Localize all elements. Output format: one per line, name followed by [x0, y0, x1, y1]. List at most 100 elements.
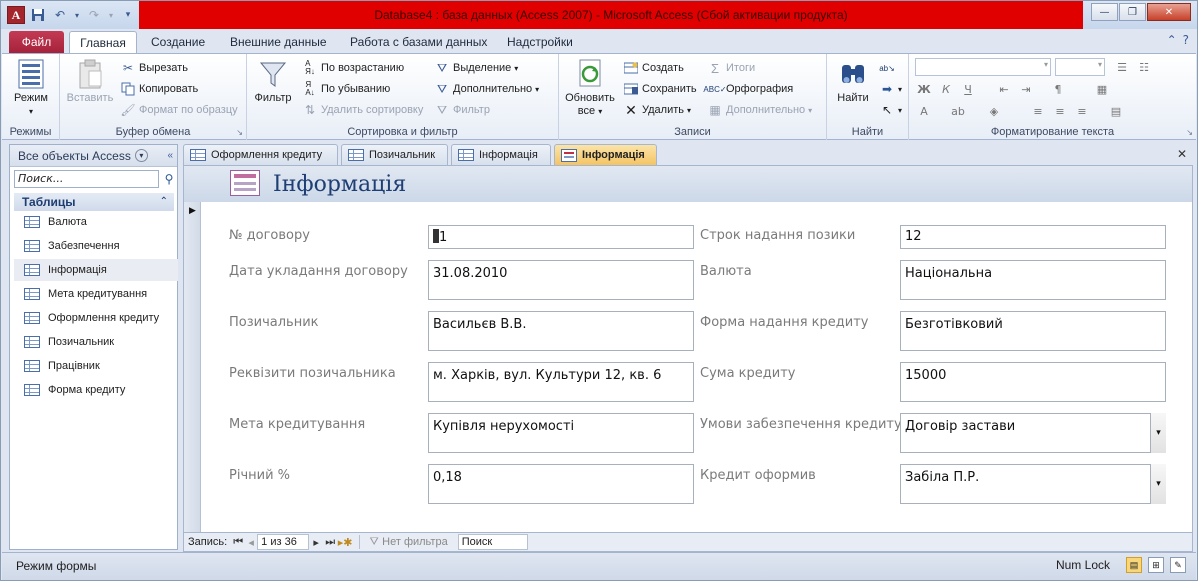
doc-tab-oformlennia-kredytu[interactable]: Оформлення кредиту: [183, 144, 338, 165]
font-size-box[interactable]: ▾: [1055, 58, 1105, 76]
align-left-icon[interactable]: ≡: [1029, 103, 1047, 119]
collateral-combobox[interactable]: Договір застави ▾: [900, 413, 1166, 453]
copy-button[interactable]: Копировать: [120, 79, 198, 99]
highlight-icon[interactable]: ab: [949, 103, 967, 119]
record-selector[interactable]: ▶: [184, 202, 201, 532]
form-view-icon[interactable]: ▤: [1126, 557, 1142, 573]
delete-record-button[interactable]: ✕ Удалить ▾: [623, 100, 691, 120]
goto-button[interactable]: ➡ ▾: [879, 79, 902, 99]
doc-tab-pozychalnyk[interactable]: Позичальник: [341, 144, 448, 165]
undo-dropdown-icon[interactable]: ▾: [73, 6, 81, 24]
record-search-input[interactable]: Поиск: [457, 534, 528, 550]
alternate-row-color-icon[interactable]: ▤: [1107, 103, 1125, 119]
fill-color-icon[interactable]: ◈: [985, 103, 1003, 119]
nav-search-input[interactable]: Поиск...: [14, 170, 159, 188]
align-center-icon[interactable]: ≡: [1051, 103, 1069, 119]
selection-button[interactable]: ⛛ Выделение ▾: [434, 58, 518, 78]
new-record-nav-icon[interactable]: ▸✱: [337, 534, 353, 551]
redo-icon[interactable]: ↷: [85, 6, 103, 24]
collapse-section-icon[interactable]: ⌃: [160, 193, 168, 211]
nav-item-oformlennia-kredytu[interactable]: Оформлення кредиту: [14, 307, 178, 329]
issued-by-dropdown-icon[interactable]: ▾: [1150, 464, 1166, 504]
filter-button[interactable]: Фильтр: [253, 58, 293, 105]
save-record-button[interactable]: Сохранить: [623, 79, 697, 99]
nav-item-valuta[interactable]: Валюта: [14, 211, 178, 233]
text-format-launcher-icon[interactable]: ↘: [1186, 128, 1193, 137]
sort-descending-button[interactable]: Я А↓ По убыванию: [302, 79, 390, 99]
underline-icon[interactable]: Ч: [959, 81, 977, 97]
nav-item-pozychalnyk[interactable]: Позичальник: [14, 331, 178, 353]
totals-button[interactable]: Σ Итоги: [707, 58, 755, 78]
loan-amount-field[interactable]: 15000: [900, 362, 1166, 402]
annual-rate-field[interactable]: 0,18: [428, 464, 694, 504]
borrower-details-field[interactable]: м. Харків, вул. Культури 12, кв. 6: [428, 362, 694, 402]
spelling-button[interactable]: ABC✓ Орфография: [703, 79, 793, 99]
increase-indent-icon[interactable]: ⇥: [1017, 81, 1035, 97]
tab-addins[interactable]: Надстройки: [503, 31, 577, 53]
last-record-icon[interactable]: ⏭: [323, 534, 337, 551]
loan-form-field[interactable]: Безготівковий: [900, 311, 1166, 351]
restore-button[interactable]: ❐: [1119, 3, 1146, 21]
customize-qat-icon[interactable]: ▾: [119, 6, 137, 24]
contract-date-field[interactable]: 31.08.2010: [428, 260, 694, 300]
numbering-icon[interactable]: ☷: [1135, 59, 1153, 75]
cut-button[interactable]: ✂ Вырезать: [120, 58, 188, 78]
tab-home[interactable]: Главная: [69, 31, 137, 53]
font-name-box[interactable]: ▾: [915, 58, 1051, 76]
loan-term-field[interactable]: 12: [900, 225, 1166, 249]
issued-by-value[interactable]: Забіла П.Р.: [900, 464, 1166, 504]
refresh-all-button[interactable]: Обновить все ▾: [563, 58, 617, 118]
tab-create[interactable]: Создание: [147, 31, 209, 53]
select-button[interactable]: ↖ ▾: [879, 100, 902, 120]
issued-by-combobox[interactable]: Забіла П.Р. ▾: [900, 464, 1166, 504]
replace-button[interactable]: ab↘: [879, 58, 895, 78]
bold-icon[interactable]: Ж: [915, 81, 933, 97]
borrower-field[interactable]: Васильєв В.В.: [428, 311, 694, 351]
find-button[interactable]: Найти: [833, 58, 873, 105]
close-document-icon[interactable]: ✕: [1177, 147, 1187, 161]
nav-item-meta-kredytuvannia[interactable]: Мета кредитування: [14, 283, 178, 305]
first-record-icon[interactable]: ⏮: [231, 534, 245, 551]
purpose-field[interactable]: Купівля нерухомості: [428, 413, 694, 453]
collateral-dropdown-icon[interactable]: ▾: [1150, 413, 1166, 453]
nav-item-informatsiia[interactable]: Інформація: [14, 259, 178, 281]
doc-tab-informatsiia-form[interactable]: Інформація: [554, 144, 657, 165]
collapse-nav-icon[interactable]: «: [167, 150, 173, 161]
close-button[interactable]: ✕: [1147, 3, 1191, 21]
format-painter-button[interactable]: 🖌 Формат по образцу: [120, 100, 237, 120]
nav-pane-menu-icon[interactable]: ▾: [134, 149, 148, 162]
toggle-filter-button[interactable]: ⛛ Фильтр: [434, 100, 490, 120]
contract-no-field[interactable]: 1: [428, 225, 694, 249]
tab-database-tools[interactable]: Работа с базами данных: [346, 31, 491, 53]
next-record-icon[interactable]: ▸: [309, 534, 323, 551]
view-button[interactable]: Режим ▾: [8, 58, 54, 118]
new-record-button[interactable]: Создать: [623, 58, 684, 78]
nav-item-pratsivnyk[interactable]: Працівник: [14, 355, 178, 377]
minimize-button[interactable]: —: [1091, 3, 1118, 21]
doc-tab-informatsiia-table[interactable]: Інформація: [451, 144, 551, 165]
nav-item-forma-kredytu[interactable]: Форма кредиту: [14, 379, 178, 401]
align-right-icon[interactable]: ≡: [1073, 103, 1091, 119]
sort-ascending-button[interactable]: A Я↓ По возрастанию: [302, 58, 404, 78]
currency-field[interactable]: Національна: [900, 260, 1166, 300]
collateral-value[interactable]: Договір застави: [900, 413, 1166, 453]
filter-status[interactable]: Нет фильтра: [382, 536, 448, 548]
previous-record-icon[interactable]: ◂: [245, 534, 257, 551]
help-icon[interactable]: ?: [1183, 33, 1189, 47]
advanced-filter-button[interactable]: ⛛ Дополнительно ▾: [434, 79, 539, 99]
remove-sort-button[interactable]: ⇅ Удалить сортировку: [302, 100, 423, 120]
tab-file[interactable]: Файл: [9, 31, 64, 53]
access-app-icon[interactable]: A: [7, 6, 25, 24]
layout-view-icon[interactable]: ⊞: [1148, 557, 1164, 573]
font-color-icon[interactable]: A: [915, 103, 933, 119]
tab-external-data[interactable]: Внешние данные: [226, 31, 331, 53]
undo-icon[interactable]: ↶: [51, 6, 69, 24]
redo-dropdown-icon[interactable]: ▾: [107, 6, 115, 24]
gridlines-icon[interactable]: ▦: [1093, 81, 1111, 97]
decrease-indent-icon[interactable]: ⇤: [995, 81, 1013, 97]
paste-button[interactable]: Вставить: [64, 58, 116, 105]
more-records-button[interactable]: ▦ Дополнительно ▾: [707, 100, 812, 120]
nav-section-tables[interactable]: Таблицы ⌃: [14, 193, 174, 211]
save-icon[interactable]: [29, 6, 47, 24]
nav-item-zabezpechennia[interactable]: Забезпечення: [14, 235, 178, 257]
